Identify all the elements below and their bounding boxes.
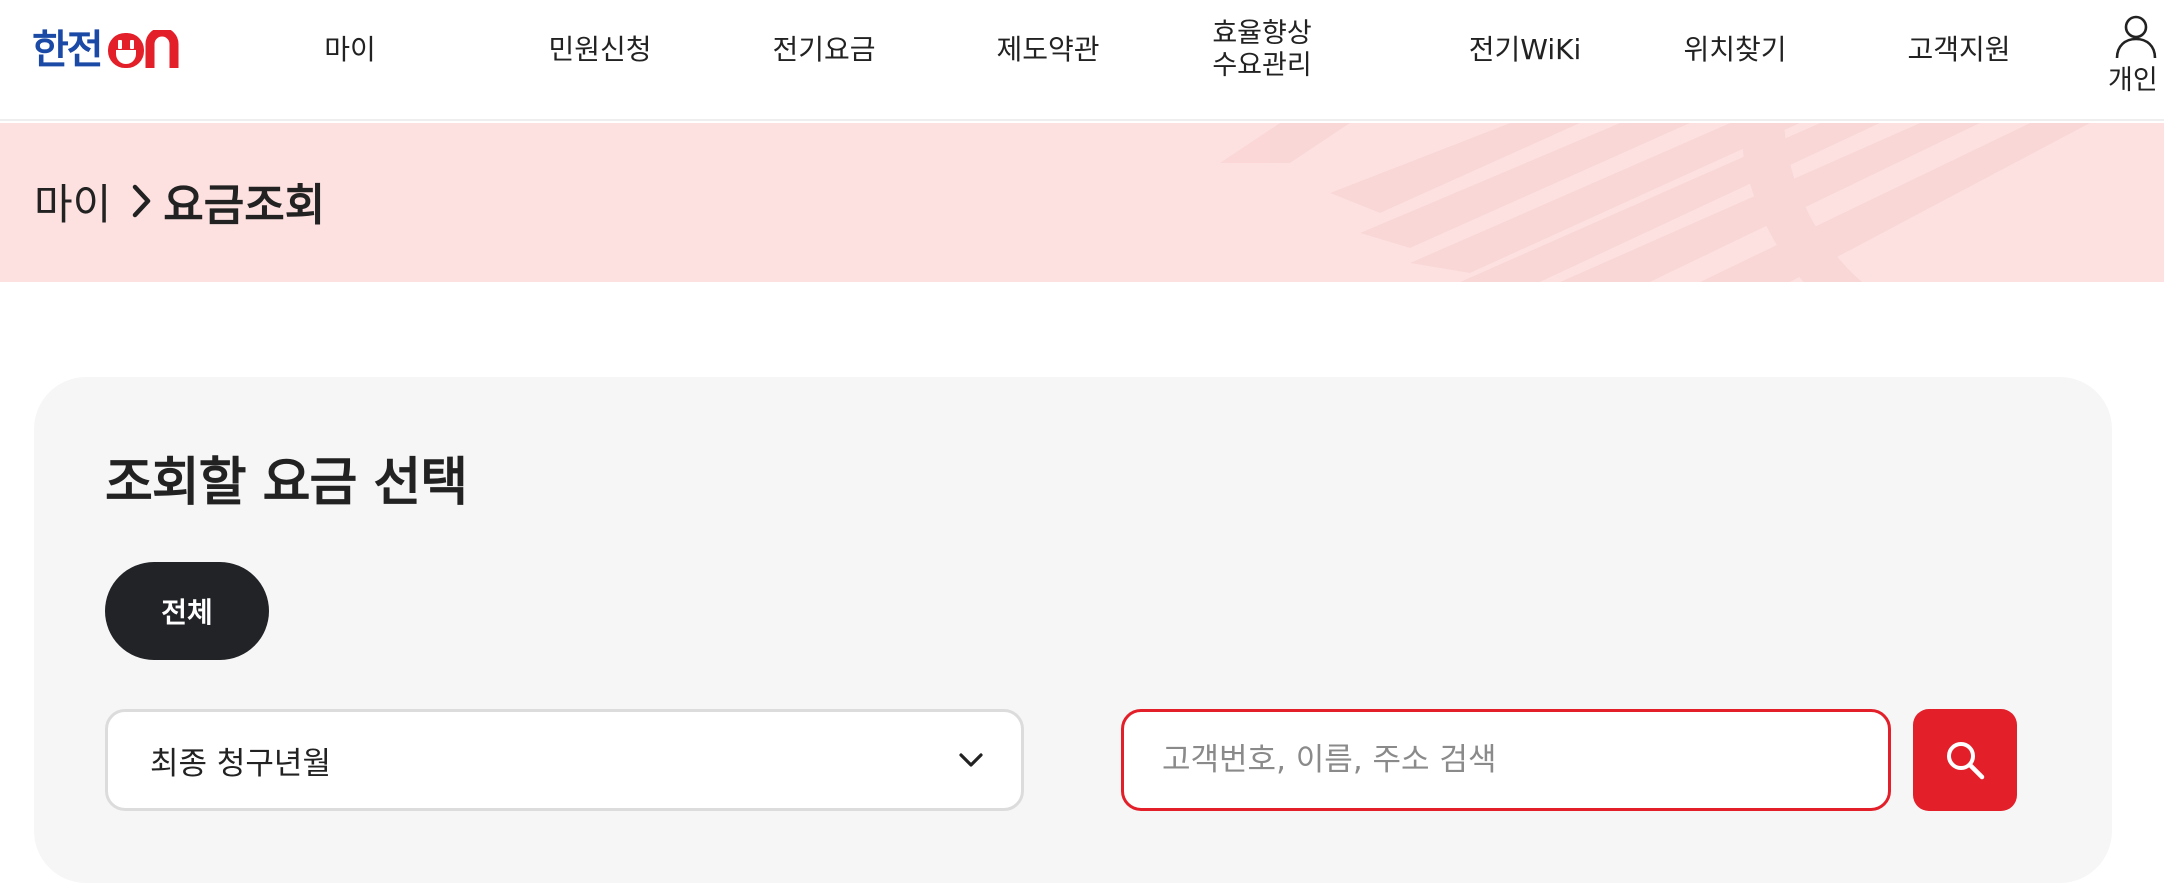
nav-civil-application[interactable]: 민원신청 [530, 0, 670, 100]
billing-month-select[interactable]: 최종 청구년월 [105, 709, 1024, 811]
site-header: 한전 마이 민원신청 전기요금 제도약관 효율향상 수요관리 전기WiKi 위치… [0, 0, 2164, 121]
breadcrumb-home[interactable]: 마이 [34, 171, 111, 232]
kepco-on-logo[interactable]: 한전 [32, 28, 188, 72]
nav-electric-bill[interactable]: 전기요금 [754, 0, 894, 100]
chevron-down-icon [959, 753, 983, 767]
nav-my[interactable]: 마이 [300, 0, 400, 100]
logo-on-mark [106, 30, 188, 70]
plug-icon [107, 30, 179, 68]
nav-electric-wiki[interactable]: 전기WiKi [1455, 0, 1595, 100]
page-title: 요금조회 [163, 180, 326, 231]
breadcrumb: 마이 요금조회 [34, 171, 325, 232]
user-menu[interactable]: 개인 [2106, 12, 2164, 92]
nav-location[interactable]: 위치찾기 [1665, 0, 1805, 100]
panel-title: 조회할 요금 선택 [105, 453, 468, 513]
nav-policy-terms[interactable]: 제도약관 [978, 0, 1118, 100]
filter-chip-all-label: 전체 [161, 596, 213, 629]
chevron-right-icon [131, 183, 153, 219]
search-button[interactable] [1913, 709, 2017, 811]
user-menu-label: 개인 [2108, 65, 2158, 92]
customer-search-input[interactable] [1121, 709, 1891, 811]
filter-chip-all[interactable]: 전체 [105, 562, 269, 660]
nav-customer-support[interactable]: 고객지원 [1889, 0, 2029, 100]
logo-text: 한전 [32, 27, 104, 73]
search-icon [1947, 742, 1985, 780]
user-icon [2115, 15, 2157, 59]
page-banner: 마이 요금조회 [0, 123, 2164, 282]
nav-efficiency-demand[interactable]: 효율향상 수요관리 [1186, 0, 1338, 100]
billing-month-select-value: 최종 청구년월 [150, 745, 331, 782]
nav-efficiency-demand-label: 효율향상 수요관리 [1212, 18, 1312, 81]
